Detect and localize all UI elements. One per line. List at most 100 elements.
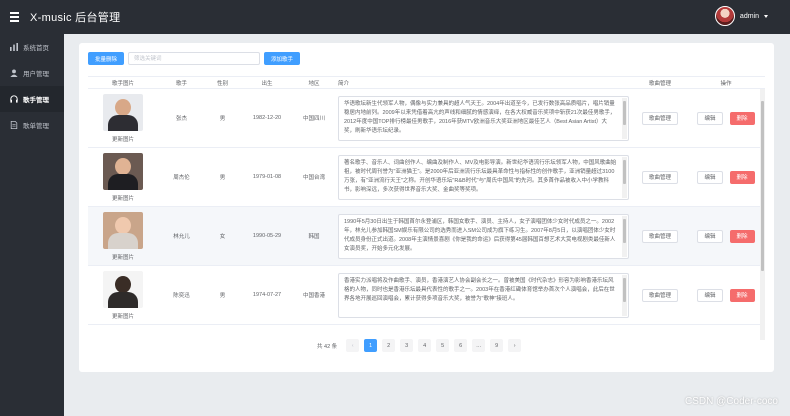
song-manage-button[interactable]: 歌曲管理: [641, 229, 678, 243]
page-button[interactable]: 6: [454, 339, 468, 352]
sidebar-item-playlists[interactable]: 歌单管理: [0, 112, 64, 138]
batch-delete-button[interactable]: 批量删除: [88, 52, 125, 65]
content-panel: 批量删除 添加歌手 歌手图片 歌手 性别 出生 地区 简介 歌曲管理 操作 更新…: [79, 43, 774, 372]
table-row: 更新图片 周杰伦 男 1979-01-08 中国台湾 著名歌手、音乐人、词曲创作…: [88, 148, 765, 207]
singer-location: 中国四川: [302, 116, 325, 122]
operation-cell: 编辑 删除: [687, 288, 765, 302]
operation-cell: 编辑 删除: [687, 111, 765, 125]
singer-sex: 男: [219, 293, 226, 299]
column-header: 性别: [216, 80, 228, 87]
intro-cell: 香港实力派唱将及作曲歌手、演员，香港演艺人协会副会长之一。曾被美国《时代杂志》形…: [334, 272, 633, 318]
column-header: 操作: [720, 80, 732, 87]
singer-photo: [103, 152, 143, 190]
bar-chart-icon: [10, 43, 18, 51]
pagination: 共 42 条 ‹ 1 2 3 4 5 6 … 9 ›: [317, 339, 522, 352]
column-header: 歌曲管理: [648, 80, 671, 87]
page-button[interactable]: 3: [400, 339, 414, 352]
singer-photo: [103, 270, 143, 308]
scrollbar[interactable]: [622, 274, 627, 316]
singer-location: 韩国: [308, 234, 320, 240]
scrollbar[interactable]: [622, 215, 627, 257]
table-row: 更新图片 陈奕迅 男 1974-07-27 中国香港 香港实力派唱将及作曲歌手、…: [88, 266, 765, 325]
scrollbar[interactable]: [622, 156, 627, 198]
update-image-button[interactable]: 更新图片: [112, 194, 134, 202]
page-button[interactable]: 9: [490, 339, 504, 352]
sidebar-item-label: 歌单管理: [23, 123, 49, 130]
operation-cell: 编辑 删除: [687, 170, 765, 184]
user-icon: [10, 69, 18, 77]
intro-cell: 1990年5月30日出生于韩国首尔永登浦区，韩国女歌手、演员、主持人，女子演唱团…: [334, 213, 633, 259]
singer-birth: 1974-07-27: [252, 292, 282, 298]
singer-table: 歌手图片 歌手 性别 出生 地区 简介 歌曲管理 操作 更新图片 张杰 男 19…: [88, 76, 765, 325]
top-bar: X-music 后台管理 admin: [0, 0, 790, 34]
song-manage-button[interactable]: 歌曲管理: [641, 111, 678, 125]
song-cell: 歌曲管理: [633, 170, 687, 184]
scrollbar[interactable]: [622, 97, 627, 139]
avatar[interactable]: [714, 6, 735, 26]
image-cell: 更新图片: [88, 270, 158, 320]
singer-name: 张杰: [175, 116, 187, 122]
singer-birth: 1982-12-20: [252, 115, 282, 121]
intro-text: 香港实力派唱将及作曲歌手、演员，香港演艺人协会副会长之一。曾被美国《时代杂志》形…: [344, 277, 615, 302]
toolbar: 批量删除 添加歌手: [88, 52, 301, 65]
song-cell: 歌曲管理: [633, 229, 687, 243]
edit-button[interactable]: 编辑: [697, 111, 723, 125]
document-icon: [10, 121, 18, 129]
intro-textbox[interactable]: 香港实力派唱将及作曲歌手、演员，香港演艺人协会副会长之一。曾被美国《时代杂志》形…: [338, 272, 629, 318]
sidebar-item-home[interactable]: 系统首页: [0, 34, 64, 60]
song-manage-button[interactable]: 歌曲管理: [641, 288, 678, 302]
singer-name: 陈奕迅: [173, 293, 190, 299]
search-input[interactable]: [128, 52, 261, 65]
page-button[interactable]: 2: [382, 339, 396, 352]
sidebar-item-users[interactable]: 用户管理: [0, 60, 64, 86]
intro-text: 著名歌手、音乐人、词曲创作人、编曲及制作人、MV及电影导演。新世纪华语流行乐坛领…: [344, 159, 617, 193]
singer-name: 周杰伦: [173, 175, 190, 181]
menu-toggle-icon[interactable]: [10, 12, 26, 22]
update-image-button[interactable]: 更新图片: [112, 312, 134, 320]
caret-down-icon[interactable]: [764, 14, 768, 18]
column-header: 出生: [261, 80, 273, 87]
column-header: 歌手: [175, 80, 187, 87]
singer-birth: 1990-05-29: [252, 233, 282, 239]
update-image-button[interactable]: 更新图片: [112, 135, 134, 143]
update-image-button[interactable]: 更新图片: [112, 253, 134, 261]
singer-name: 林允儿: [173, 234, 190, 240]
singer-photo: [103, 211, 143, 249]
intro-textbox[interactable]: 著名歌手、音乐人、词曲创作人、编曲及制作人、MV及电影导演。新世纪华语流行乐坛领…: [338, 154, 629, 200]
page-button[interactable]: 1: [364, 339, 378, 352]
more-pages-button[interactable]: …: [472, 339, 486, 352]
sidebar-item-singers[interactable]: 歌手管理: [0, 86, 64, 112]
username[interactable]: admin: [740, 13, 759, 20]
delete-button[interactable]: 删除: [729, 229, 755, 243]
delete-button[interactable]: 删除: [729, 288, 755, 302]
delete-button[interactable]: 删除: [729, 170, 755, 184]
page-button[interactable]: 4: [418, 339, 432, 352]
add-singer-button[interactable]: 添加歌手: [264, 52, 301, 65]
intro-text: 1990年5月30日出生于韩国首尔永登浦区，韩国女歌手、演员、主持人，女子演唱团…: [344, 218, 616, 252]
sidebar: 系统首页 用户管理 歌手管理 歌单管理: [0, 34, 64, 416]
song-cell: 歌曲管理: [633, 288, 687, 302]
user-menu[interactable]: admin: [714, 6, 768, 26]
column-header: 简介: [338, 80, 350, 87]
next-page-button[interactable]: ›: [508, 339, 522, 352]
intro-text: 华语歌坛新生代领军人物，偶像与实力兼具的超人气天王。2004年出道至今，已发行数…: [344, 100, 616, 134]
watermark: CSDN @Coder-coco: [685, 396, 778, 407]
singer-sex: 男: [219, 175, 226, 181]
singer-location: 中国台湾: [302, 175, 325, 181]
prev-page-button[interactable]: ‹: [346, 339, 360, 352]
column-header: 歌手图片: [111, 80, 134, 87]
intro-textbox[interactable]: 1990年5月30日出生于韩国首尔永登浦区，韩国女歌手、演员、主持人，女子演唱团…: [338, 213, 629, 259]
delete-button[interactable]: 删除: [729, 111, 755, 125]
page-button[interactable]: 5: [436, 339, 450, 352]
intro-textbox[interactable]: 华语歌坛新生代领军人物，偶像与实力兼具的超人气天王。2004年出道至今，已发行数…: [338, 95, 629, 141]
image-cell: 更新图片: [88, 152, 158, 202]
song-manage-button[interactable]: 歌曲管理: [641, 170, 678, 184]
song-cell: 歌曲管理: [633, 111, 687, 125]
app-title: X-music 后台管理: [30, 12, 121, 24]
edit-button[interactable]: 编辑: [697, 288, 723, 302]
table-scrollbar[interactable]: [760, 89, 765, 340]
edit-button[interactable]: 编辑: [697, 170, 723, 184]
singer-sex: 男: [219, 116, 226, 122]
image-cell: 更新图片: [88, 93, 158, 143]
edit-button[interactable]: 编辑: [697, 229, 723, 243]
